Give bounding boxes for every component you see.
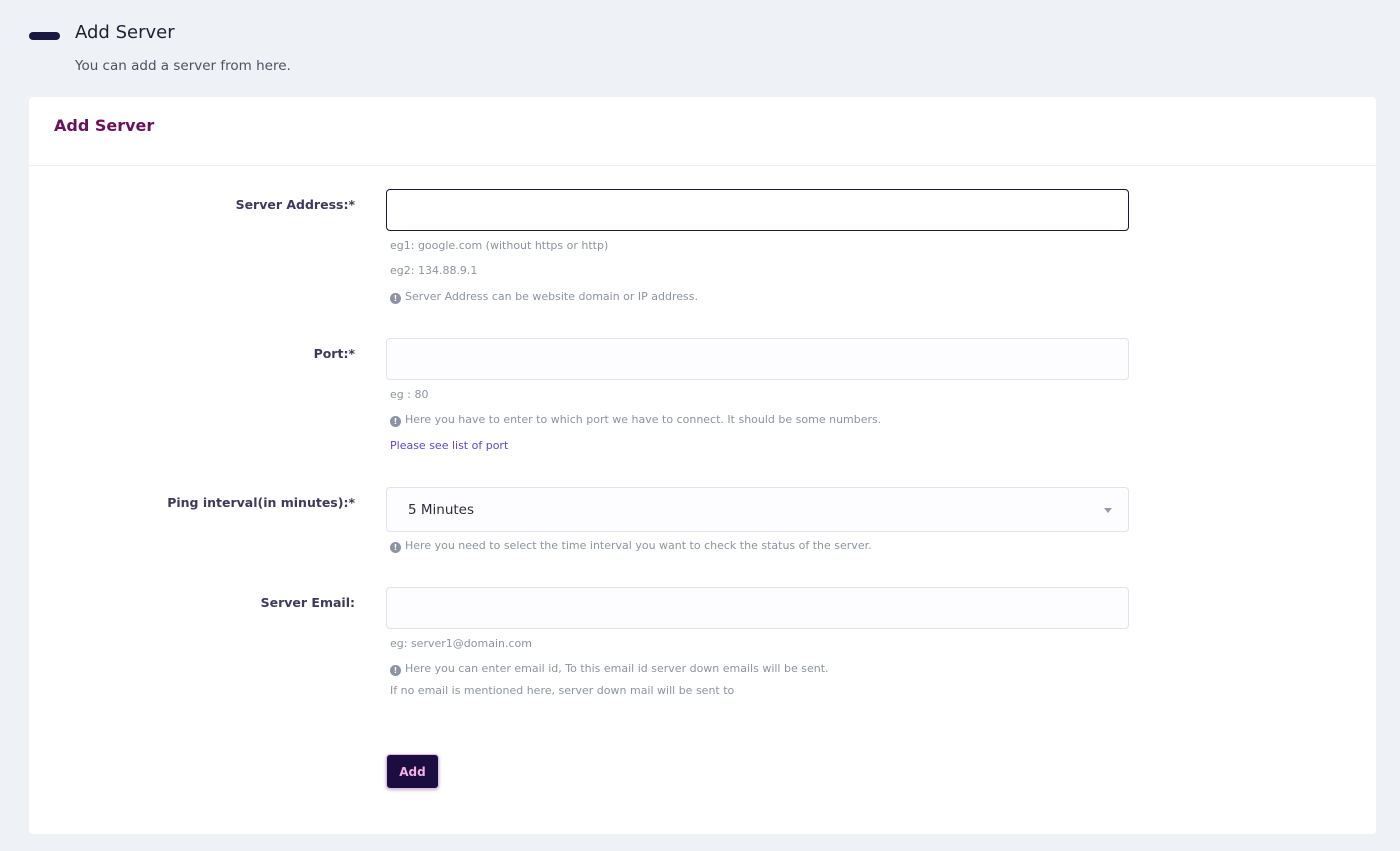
server-email-label: Server Email: [260, 595, 355, 610]
add-button[interactable]: Add [386, 754, 439, 789]
ping-interval-select[interactable]: 5 Minutes [386, 487, 1129, 532]
port-input[interactable] [386, 338, 1129, 380]
info-circle-icon: ! [390, 416, 401, 427]
add-server-card: Add Server Server Address:* eg1: google.… [29, 97, 1376, 834]
port-list-link[interactable]: Please see list of port [390, 439, 508, 452]
port-label: Port:* [313, 346, 355, 361]
server-email-input[interactable] [386, 587, 1129, 629]
port-info: ! Here you have to enter to which port we… [390, 413, 881, 427]
port-info-text: Here you have to enter to which port we … [405, 413, 882, 426]
ping-interval-info: ! Here you need to select the time interv… [390, 539, 872, 553]
server-address-info-text: Server Address can be website domain or … [405, 290, 699, 303]
server-email-note: If no email is mentioned here, server do… [390, 684, 735, 697]
page-subtitle: You can add a server from here. [75, 58, 291, 74]
caret-down-icon [1104, 508, 1112, 513]
server-email-info: ! Here you can enter email id, To this em… [390, 662, 829, 676]
port-hint: eg : 80 [390, 388, 429, 401]
server-address-input[interactable] [386, 189, 1129, 231]
server-address-info: ! Server Address can be website domain or… [390, 290, 698, 304]
menu-toggle-icon[interactable] [29, 32, 60, 40]
ping-interval-selected: 5 Minutes [408, 502, 475, 518]
page-title: Add Server [75, 22, 175, 43]
card-title: Add Server [54, 116, 155, 135]
server-address-hint-1: eg1: google.com (without https or http) [390, 239, 609, 252]
info-circle-icon: ! [390, 293, 401, 304]
ping-interval-label: Ping interval(in minutes):* [167, 495, 355, 510]
ping-interval-info-text: Here you need to select the time interva… [405, 539, 872, 552]
server-email-info-text: Here you can enter email id, To this ema… [405, 662, 829, 675]
info-circle-icon: ! [390, 542, 401, 553]
info-circle-icon: ! [390, 665, 401, 676]
card-header: Add Server [29, 97, 1376, 166]
server-email-hint: eg: server1@domain.com [390, 637, 532, 650]
port-list-link-wrap: Please see list of port [390, 439, 508, 452]
server-address-label: Server Address:* [235, 197, 355, 212]
server-address-hint-2: eg2: 134.88.9.1 [390, 264, 478, 277]
